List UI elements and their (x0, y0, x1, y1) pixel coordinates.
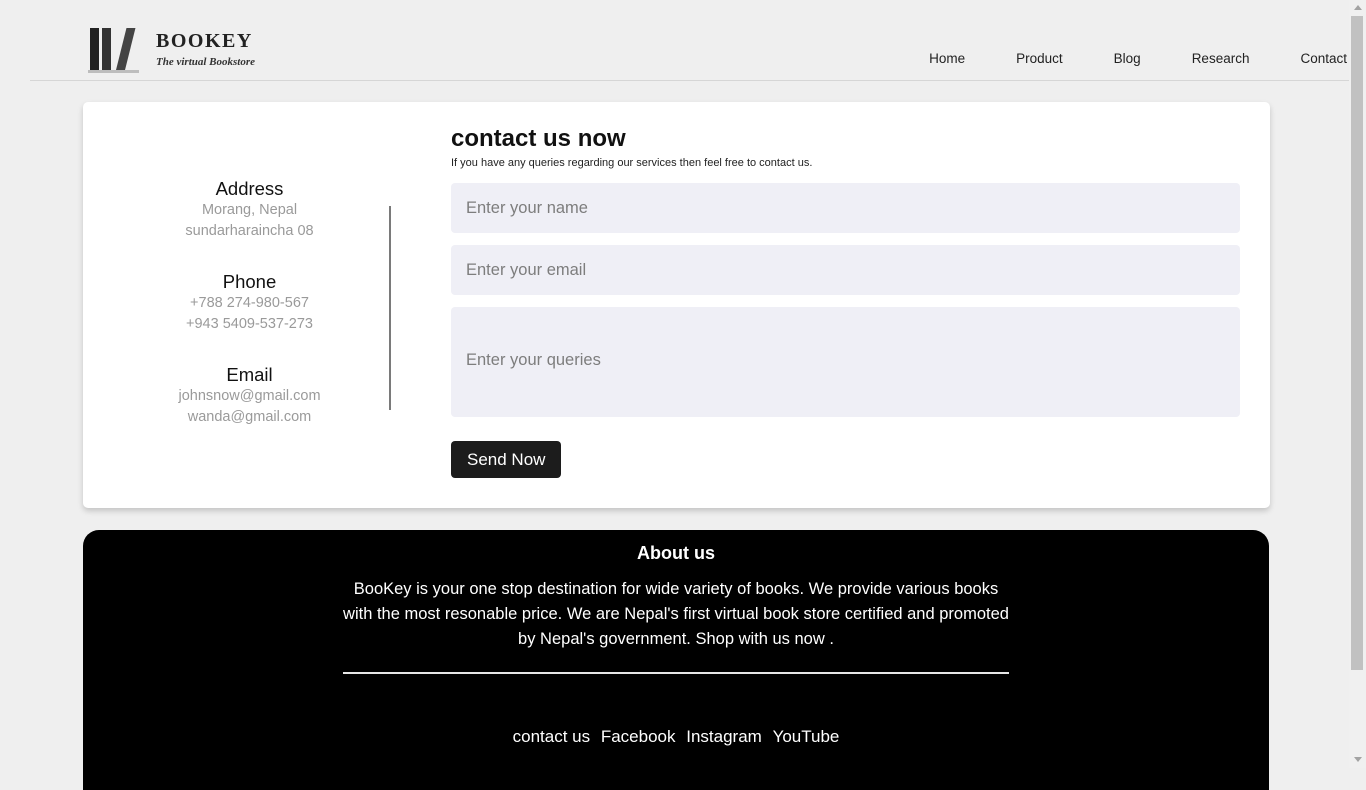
phone-block: Phone +788 274-980-567 +943 5409-537-273 (143, 271, 356, 335)
nav-home[interactable]: Home (929, 51, 965, 66)
email-address: johnsnow@gmail.com (178, 388, 321, 404)
scroll-down-arrow-icon[interactable] (1354, 757, 1362, 762)
email-input[interactable] (451, 245, 1240, 295)
address-label: Address (215, 178, 284, 199)
scrollbar-thumb[interactable] (1351, 16, 1363, 670)
phone-number: +943 5409-537-273 (186, 316, 313, 332)
brand-title: BOOKEY (156, 30, 253, 52)
email-address: wanda@gmail.com (187, 409, 312, 425)
brand-tagline: The virtual Bookstore (156, 56, 256, 68)
site-footer: About us BooKey is your one stop destina… (83, 530, 1269, 790)
address-block: Address Morang, Nepal sundarharaincha 08 (143, 178, 356, 242)
brand-text: BOOKEY The virtual Bookstore (156, 26, 255, 68)
name-input[interactable] (451, 183, 1240, 233)
footer-link-youtube[interactable]: YouTube (773, 727, 840, 746)
email-label: Email (226, 364, 273, 385)
address-line: sundarharaincha 08 (185, 223, 314, 239)
nav-blog[interactable]: Blog (1114, 51, 1141, 66)
footer-link-instagram[interactable]: Instagram (686, 727, 762, 746)
footer-divider (343, 672, 1009, 674)
about-text: BooKey is your one stop destination for … (343, 580, 1009, 648)
footer-links: contact us Facebook Instagram YouTube (83, 727, 1269, 747)
vertical-divider (389, 206, 391, 410)
email-block: Email johnsnow@gmail.com wanda@gmail.com (143, 364, 356, 428)
main-nav: Home Product Blog Research Contact (878, 51, 1347, 66)
contact-form: contact us now If you have any queries r… (451, 126, 1240, 478)
footer-link-contact[interactable]: contact us (513, 727, 591, 746)
site-header: BOOKEY The virtual Bookstore Home Produc… (30, 0, 1349, 81)
form-subtitle: If you have any queries regarding our se… (451, 157, 813, 169)
phone-number: +788 274-980-567 (190, 295, 309, 311)
address-line: Morang, Nepal (201, 202, 298, 218)
nav-product[interactable]: Product (1016, 51, 1063, 66)
contact-info: Address Morang, Nepal sundarharaincha 08… (143, 178, 356, 457)
contact-card: Address Morang, Nepal sundarharaincha 08… (83, 102, 1270, 508)
bookshelf-icon (88, 26, 140, 74)
form-title: contact us now (451, 125, 626, 152)
nav-research[interactable]: Research (1192, 51, 1250, 66)
brand-logo[interactable]: BOOKEY The virtual Bookstore (88, 26, 255, 74)
footer-link-facebook[interactable]: Facebook (601, 727, 676, 746)
nav-contact[interactable]: Contact (1300, 51, 1347, 66)
scroll-up-arrow-icon[interactable] (1354, 5, 1362, 10)
vertical-scrollbar[interactable] (1349, 0, 1366, 768)
phone-label: Phone (222, 271, 277, 292)
about-title: About us (637, 543, 715, 563)
send-now-button[interactable]: Send Now (451, 441, 562, 478)
queries-textarea[interactable] (451, 307, 1240, 417)
